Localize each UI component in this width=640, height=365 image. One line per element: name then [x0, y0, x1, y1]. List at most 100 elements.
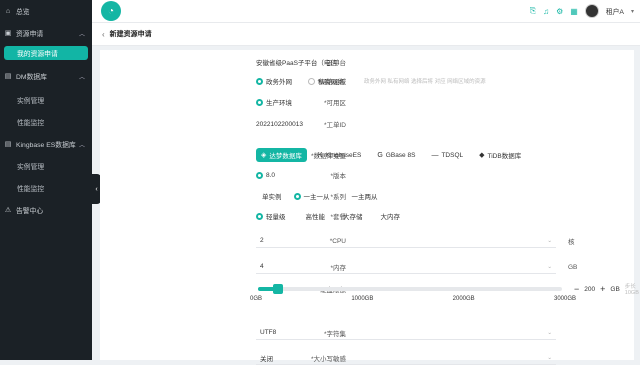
avatar[interactable] [584, 4, 599, 18]
chevron-up-icon: ︿ [78, 142, 85, 149]
plus-icon[interactable]: + [600, 284, 605, 294]
kingbase-logo-icon: K [317, 151, 323, 159]
document-icon[interactable]: ⎘ [530, 6, 536, 16]
spec-large-storage[interactable]: 大存储 [337, 209, 369, 223]
grid-icon[interactable]: ▦ [570, 7, 578, 16]
db-type-label: GBase 8S [385, 151, 416, 159]
database-icon: ▤ [4, 73, 12, 80]
db-type-kingbase[interactable]: K KingbaseES [313, 150, 366, 161]
chevron-down-icon: ⌄ [547, 263, 552, 270]
gbase-logo-icon: G [377, 151, 383, 159]
db-type-dameng[interactable]: ◈ 达梦数据库 [256, 148, 307, 162]
sidebar-item-label: 告警中心 [16, 208, 44, 215]
db-type-gbase[interactable]: G GBase 8S [372, 150, 420, 161]
radio-label: 生产环境 [266, 100, 292, 107]
sidebar-item-kingbase-monitor[interactable]: 性能监控 [0, 181, 92, 195]
cloud-platform-value: 安徽省级PaaS子平台（电信） [256, 60, 344, 67]
form-row-zone: *可用区 生产环境 [100, 95, 634, 109]
sidebar-item-kingbase-instance[interactable]: 实例管理 [0, 159, 92, 173]
radio-label: 政务外网 [266, 79, 292, 86]
app-logo: ◔ [101, 1, 121, 21]
spec-high-performance[interactable]: 高性能 [300, 209, 332, 223]
charset-select[interactable]: UTF8 ⌄ [256, 326, 556, 340]
series-one-master-two-slaves[interactable]: 一主两从 [346, 189, 384, 203]
bell-icon[interactable]: ♫ [543, 7, 549, 16]
form-panel: 云平台 安徽省级PaaS子平台（电信） *网络区域 政务外网 私有网络 政务外网… [100, 50, 639, 365]
network-hint: 政务外网 私有网络 选择后将 对应 网络区域的资源 [364, 79, 486, 85]
tick-label: 0GB [250, 296, 263, 302]
topbar: ◔ ⎘ ♫ ⚙ ▦ 租户A ▾ [92, 0, 640, 22]
series-single[interactable]: 单实例 [256, 189, 288, 203]
case-sensitive-select[interactable]: 关闭 ⌄ [256, 351, 556, 365]
charset-value: UTF8 [260, 329, 277, 336]
dameng-logo-icon: ◈ [261, 152, 267, 159]
sidebar-item-my-resource-apply[interactable]: 我的资源申请 [4, 46, 88, 60]
db-type-label: TDSQL [441, 151, 464, 159]
page-title: 新建资源申请 [109, 31, 152, 38]
chevron-up-icon: ︿ [78, 31, 85, 38]
memory-value: 4 [260, 263, 264, 270]
sidebar-item-kingbase-database[interactable]: ▤ Kingbase ES数据库 ︿ [0, 137, 92, 151]
form-row-cloud-platform: 云平台 安徽省级PaaS子平台（电信） [100, 55, 634, 69]
field-label: *工单ID [323, 122, 346, 129]
sidebar-item-dm-instance[interactable]: 实例管理 [0, 93, 92, 107]
form-row-charset: *字符集 UTF8 ⌄ [100, 326, 634, 340]
db-type-label: TiDB数据库 [487, 153, 522, 160]
chevron-up-icon: ︿ [78, 74, 85, 81]
form-row-version: *版本 8.0 [100, 168, 634, 182]
sidebar-item-alert-center[interactable]: ⚠ 告警中心 [0, 203, 92, 217]
form-row-ticket: *工单ID 2022102200013 [100, 117, 634, 131]
series-one-master-one-slave[interactable]: 一主一从 [293, 191, 330, 201]
ticket-id-value: 2022102200013 [256, 120, 303, 128]
radio-zone-production[interactable]: 生产环境 [256, 97, 292, 107]
spec-lightweight[interactable]: 轻量级 [256, 211, 286, 221]
db-type-label: 达梦数据库 [269, 153, 302, 160]
db-type-tdsql[interactable]: — TDSQL [426, 150, 468, 161]
memory-select[interactable]: 4 ⌄ [256, 260, 556, 274]
chevron-down-icon[interactable]: ▾ [631, 8, 634, 15]
user-name[interactable]: 租户A [606, 6, 624, 16]
sidebar-item-label: 我的资源申请 [17, 51, 58, 58]
field-label: *可用区 [323, 100, 346, 107]
db-type-tidb[interactable]: ◆ TiDB数据库 [474, 148, 526, 162]
sidebar-item-label: 性能监控 [17, 120, 45, 127]
cpu-select[interactable]: 2 ⌄ [256, 234, 556, 248]
back-arrow-icon[interactable]: ‹ [102, 30, 105, 39]
disk-slider-handle[interactable] [273, 284, 284, 294]
alert-icon: ⚠ [4, 207, 12, 214]
disk-stepper: − 200 + GB 步长 10GB [574, 282, 639, 296]
spec-large-memory[interactable]: 大内存 [375, 209, 407, 223]
sidebar-item-overview[interactable]: ⌂ 总览 [0, 4, 92, 18]
radio-label: 轻量级 [266, 214, 286, 221]
sidebar: ⌂ 总览 ▣ 资源申请 ︿ 我的资源申请 ▤ DM数据库 ︿ 实例管理 性能监控… [0, 0, 92, 360]
form-row-spec: *套餐 轻量级 高性能 大存储 大内存 [100, 209, 634, 223]
tidb-logo-icon: ◆ [479, 152, 485, 159]
home-icon: ⌂ [5, 7, 11, 15]
sidebar-item-dm-database[interactable]: ▤ DM数据库 ︿ [0, 69, 92, 83]
form-row-case-sensitive: *大小写敏感 关闭 ⌄ [100, 351, 634, 365]
sidebar-item-label: 实例管理 [17, 98, 45, 105]
settings-icon[interactable]: ⚙ [556, 7, 563, 16]
radio-version[interactable]: 8.0 [256, 171, 275, 179]
topbar-actions: ⎘ ♫ ⚙ ▦ 租户A ▾ [530, 3, 634, 19]
sidebar-item-label: 资源申请 [16, 31, 44, 38]
chevron-left-icon: ‹ [95, 185, 98, 193]
sidebar-item-label: Kingbase ES数据库 [16, 142, 76, 149]
minus-icon[interactable]: − [574, 284, 579, 294]
radio-checked-icon [256, 212, 263, 220]
sidebar-item-label: 实例管理 [17, 164, 45, 171]
radio-checked-icon [293, 192, 301, 200]
cpu-value: 2 [260, 237, 264, 244]
radio-network-public[interactable]: 政务外网 [256, 76, 292, 86]
cpu-unit: 核 [568, 239, 575, 246]
form-row-db-type: *数据库类型 ◈ 达梦数据库 K KingbaseES G GBase 8S —… [100, 148, 634, 162]
form-row-cpu: *CPU 2 ⌄ 核 [100, 234, 634, 248]
disk-value[interactable]: 200 [584, 286, 595, 293]
sidebar-item-dm-monitor[interactable]: 性能监控 [0, 115, 92, 129]
field-label: *版本 [330, 173, 346, 180]
disk-slider[interactable] [258, 284, 562, 294]
radio-network-private[interactable]: 私有网络 [308, 76, 344, 86]
case-sensitive-value: 关闭 [260, 355, 273, 363]
sidebar-item-resource-apply[interactable]: ▣ 资源申请 ︿ [0, 26, 92, 40]
disk-slider-ticks: 0GB 1000GB 2000GB 3000GB [100, 296, 634, 306]
